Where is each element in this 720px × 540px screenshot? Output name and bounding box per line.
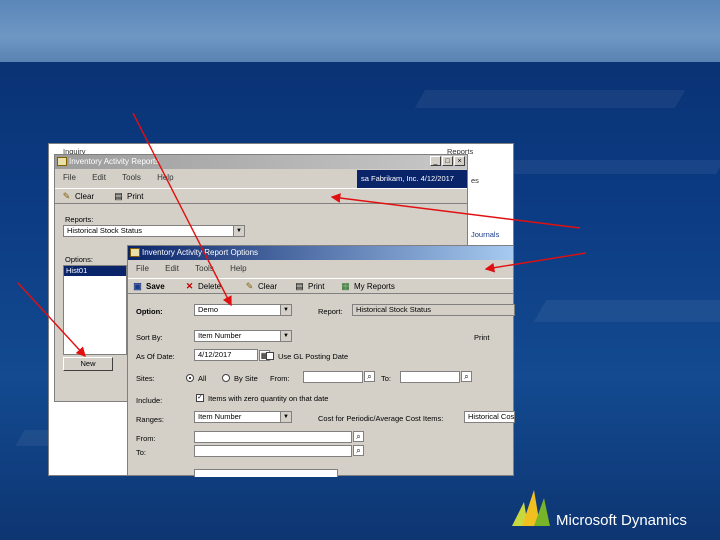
annotation-arrows: [17, 112, 587, 358]
arrow-to-new-button: [17, 282, 86, 358]
arrow-to-reports-toolbar: [330, 193, 581, 229]
dynamics-logo-icon: [512, 490, 550, 526]
dynamics-logo-text: Microsoft Dynamics: [556, 512, 687, 529]
arrow-to-option-field: [132, 112, 232, 307]
arrow-to-options-menubar: [484, 252, 587, 273]
